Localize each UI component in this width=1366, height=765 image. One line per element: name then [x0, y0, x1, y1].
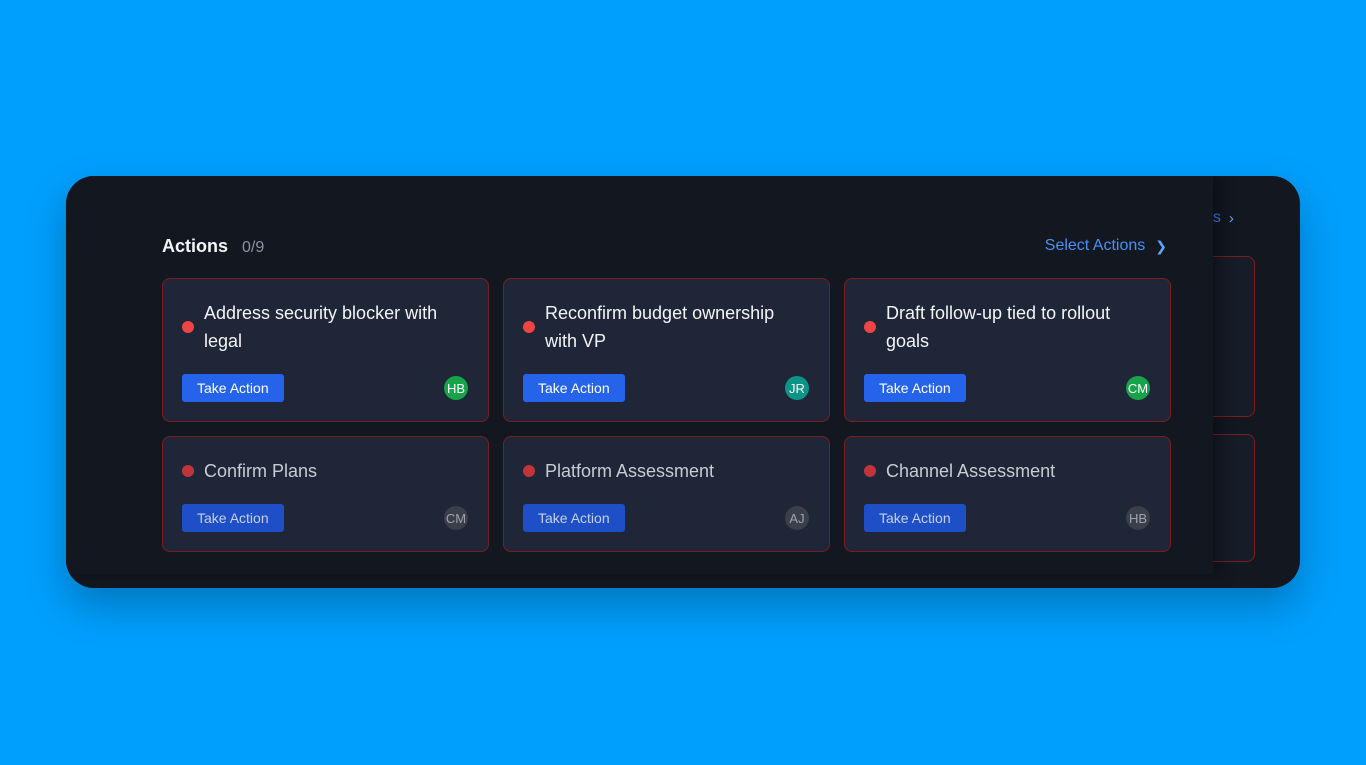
action-title: Reconfirm budget ownership with VP	[545, 303, 775, 351]
status-dot-icon	[182, 321, 194, 333]
avatar: JR	[785, 376, 809, 400]
action-card[interactable]: Channel Assessment Take Action HB	[844, 436, 1171, 552]
take-action-button[interactable]: Take Action	[864, 374, 966, 402]
page-title: Actions	[162, 235, 229, 256]
action-card[interactable]: Platform Assessment Take Action AJ	[503, 436, 830, 552]
action-card[interactable]: Reconfirm budget ownership with VP Take …	[503, 278, 830, 422]
chevron-right-icon: ›	[1228, 209, 1234, 227]
actions-count: 0/9	[242, 238, 265, 256]
action-title: Channel Assessment	[886, 461, 1056, 481]
title-group: Actions 0/9	[162, 236, 264, 257]
actions-panel: Actions 0/9 Select Actions ❯ Address sec…	[66, 176, 1213, 574]
action-card[interactable]: Draft follow-up tied to rollout goals Ta…	[844, 278, 1171, 422]
action-title: Platform Assessment	[545, 461, 715, 481]
status-dot-icon	[523, 465, 535, 477]
action-card[interactable]: Confirm Plans Take Action CM	[162, 436, 489, 552]
select-actions-link[interactable]: Select Actions ❯	[1045, 237, 1167, 255]
action-card[interactable]: Address security blocker with legal Take…	[162, 278, 489, 422]
status-dot-icon	[864, 465, 876, 477]
status-dot-icon	[182, 465, 194, 477]
actions-grid: Address security blocker with legal Take…	[162, 278, 1172, 552]
take-action-button[interactable]: Take Action	[523, 504, 625, 532]
status-dot-icon	[864, 321, 876, 333]
select-actions-label[interactable]: Select Actions	[1045, 237, 1146, 255]
action-title: Confirm Plans	[204, 461, 318, 481]
action-title: Address security blocker with legal	[204, 303, 438, 351]
avatar: AJ	[785, 506, 809, 530]
avatar: HB	[1126, 506, 1150, 530]
actions-header: Actions 0/9 Select Actions ❯	[162, 233, 1167, 259]
chevron-right-icon: ❯	[1155, 237, 1167, 254]
app-frame: ns › t CM HB Actions 0/9 Select Actions …	[66, 176, 1300, 588]
avatar: HB	[444, 376, 468, 400]
take-action-button[interactable]: Take Action	[864, 504, 966, 532]
take-action-button[interactable]: Take Action	[523, 374, 625, 402]
status-dot-icon	[523, 321, 535, 333]
take-action-button[interactable]: Take Action	[182, 374, 284, 402]
take-action-button[interactable]: Take Action	[182, 504, 284, 532]
avatar: CM	[444, 506, 468, 530]
action-title: Draft follow-up tied to rollout goals	[886, 303, 1111, 351]
avatar: CM	[1126, 376, 1150, 400]
